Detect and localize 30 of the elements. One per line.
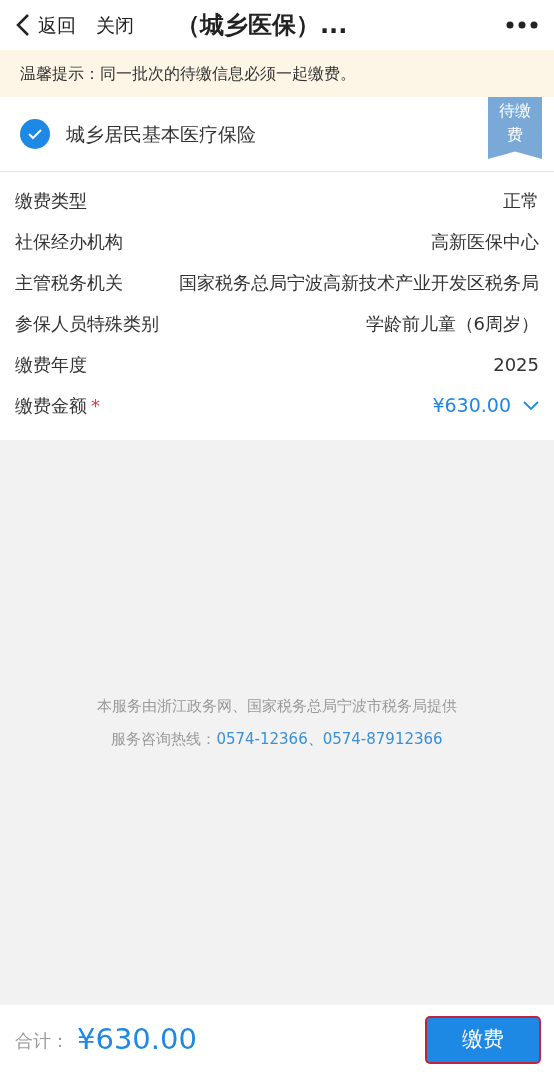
detail-label: 主管税务机关 <box>15 271 123 295</box>
total-amount: ¥630.00 <box>77 1021 197 1059</box>
detail-value: 高新医保中心 <box>431 230 539 254</box>
provider-note: 本服务由浙江政务网、国家税务总局宁波市税务局提供 <box>97 696 457 717</box>
amount-select[interactable]: ¥630.00 <box>432 391 539 420</box>
pay-button[interactable]: 缴费 <box>427 1018 539 1062</box>
detail-value: 学龄前儿童（6周岁） <box>365 312 539 336</box>
status-ribbon: 待缴费 <box>488 97 542 159</box>
more-icon <box>506 21 538 29</box>
checkbox[interactable] <box>20 119 50 149</box>
detail-label: 社保经办机构 <box>15 230 123 254</box>
detail-label: 缴费年度 <box>15 353 87 377</box>
detail-label: 缴费金额 <box>15 394 87 418</box>
total-label: 合计： <box>15 1028 69 1053</box>
notice-text: 温馨提示：同一批次的待缴信息必须一起缴费。 <box>20 62 356 85</box>
hotline-label: 服务咨询热线： <box>111 728 217 750</box>
detail-value: 国家税务总局宁波高新技术产业开发区税务局 <box>179 271 539 295</box>
detail-label: 缴费类型 <box>15 189 87 213</box>
detail-value: 2025 <box>493 353 539 377</box>
page-title: （城乡医保）... <box>176 10 348 41</box>
insurance-item[interactable]: 城乡居民基本医疗保险 待缴费 <box>0 97 554 172</box>
detail-label: 参保人员特殊类别 <box>15 312 159 336</box>
close-button[interactable]: 关闭 <box>96 10 134 40</box>
back-button[interactable]: 返回 <box>16 10 76 40</box>
back-icon <box>16 13 30 37</box>
required-mark: * <box>91 394 100 418</box>
insurance-name: 城乡居民基本医疗保险 <box>66 121 256 147</box>
detail-value: 正常 <box>503 189 539 213</box>
check-icon <box>27 128 43 140</box>
chevron-down-icon <box>523 400 539 411</box>
